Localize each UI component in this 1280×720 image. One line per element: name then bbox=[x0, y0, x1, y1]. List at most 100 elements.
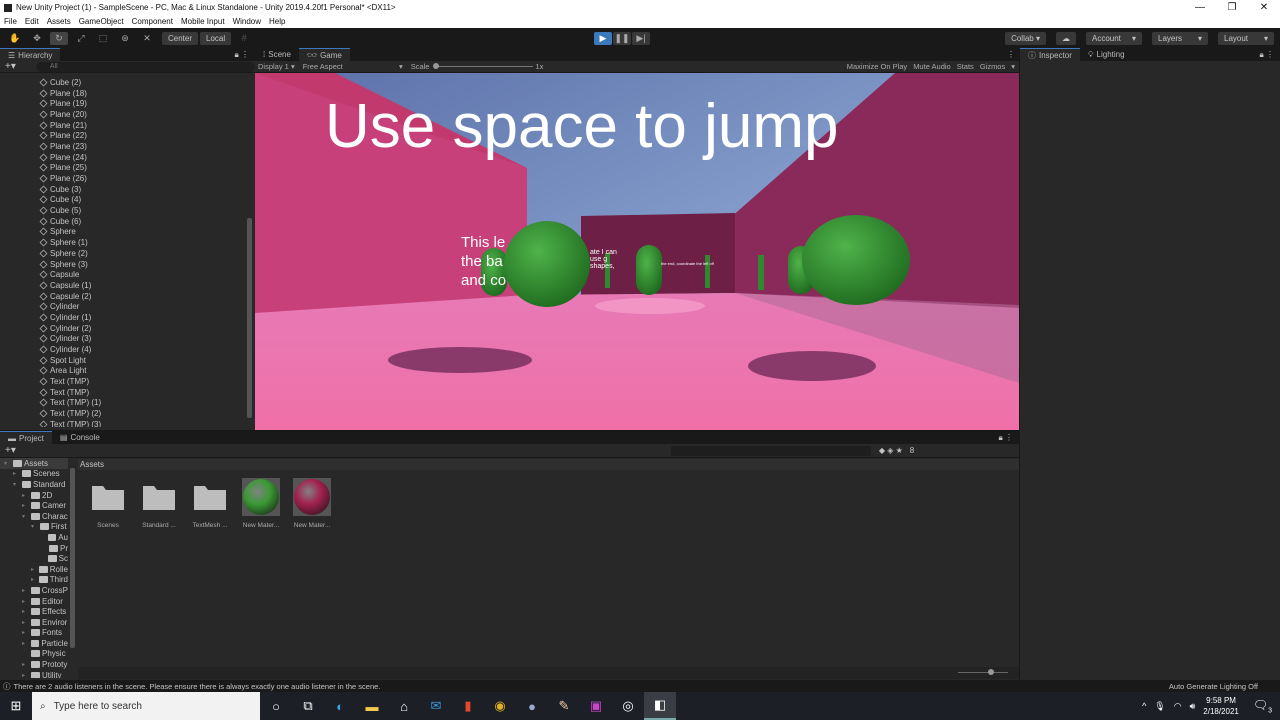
project-search-input[interactable] bbox=[670, 445, 871, 456]
store-icon[interactable]: ⌂ bbox=[388, 692, 420, 720]
hierarchy-item[interactable]: Cylinder (4) bbox=[0, 344, 245, 355]
expand-arrow-icon[interactable] bbox=[40, 556, 46, 562]
expand-arrow-icon[interactable] bbox=[40, 534, 46, 540]
expand-arrow-icon[interactable]: ▸ bbox=[31, 566, 37, 573]
menu-gameobject[interactable]: GameObject bbox=[79, 17, 124, 26]
hierarchy-item[interactable]: Cylinder (1) bbox=[0, 312, 245, 323]
wifi-icon[interactable]: ◠ bbox=[1174, 701, 1182, 712]
hierarchy-item[interactable]: Plane (20) bbox=[0, 109, 245, 120]
cortana-icon[interactable]: ○ bbox=[260, 692, 292, 720]
expand-arrow-icon[interactable]: ▸ bbox=[22, 640, 29, 647]
hierarchy-item[interactable]: Sphere (3) bbox=[0, 259, 245, 270]
hierarchy-item[interactable]: Cube (4) bbox=[0, 195, 245, 206]
show-hidden-icons[interactable]: ^ bbox=[1142, 701, 1146, 711]
close-button[interactable]: ✕ bbox=[1248, 0, 1280, 15]
tab-game[interactable]: 👓︎ Game bbox=[298, 48, 350, 61]
game-option-stats[interactable]: Stats bbox=[957, 62, 974, 71]
project-tree-item[interactable]: Au bbox=[0, 532, 68, 543]
pivot-center-button[interactable]: Center bbox=[162, 31, 199, 45]
hierarchy-item[interactable]: Plane (24) bbox=[0, 152, 245, 163]
project-tree-item[interactable]: Pr bbox=[0, 543, 68, 554]
scale-slider[interactable] bbox=[433, 63, 534, 69]
expand-arrow-icon[interactable]: ▾ bbox=[31, 523, 38, 530]
layers-dropdown[interactable]: Layers ▾ bbox=[1152, 31, 1208, 45]
clock[interactable]: 9:58 PM 2/18/2021 bbox=[1203, 695, 1239, 717]
project-tree-item[interactable]: ▾ Charac bbox=[0, 511, 68, 522]
gizmos-dropdown-icon[interactable]: ▾ bbox=[1011, 62, 1015, 71]
volume-icon[interactable]: 🔊︎ bbox=[1190, 701, 1196, 712]
expand-arrow-icon[interactable]: ▸ bbox=[13, 470, 20, 477]
tab-project[interactable]: ▬ Project bbox=[0, 431, 52, 444]
hierarchy-item[interactable]: Plane (18) bbox=[0, 88, 245, 99]
asset-item[interactable]: New Mater... bbox=[236, 478, 286, 529]
hierarchy-item[interactable]: Cube (6) bbox=[0, 216, 245, 227]
expand-arrow-icon[interactable]: ▸ bbox=[22, 608, 29, 615]
thumbnail-size-slider[interactable] bbox=[988, 669, 994, 675]
expand-arrow-icon[interactable]: ▸ bbox=[22, 629, 29, 636]
menu-help[interactable]: Help bbox=[269, 17, 285, 26]
hierarchy-scrollbar[interactable] bbox=[247, 218, 252, 418]
expand-arrow-icon[interactable]: ▸ bbox=[22, 598, 29, 605]
hierarchy-item[interactable]: Plane (21) bbox=[0, 120, 245, 131]
project-tree-item[interactable]: ▸ Utility bbox=[0, 670, 68, 678]
expand-arrow-icon[interactable]: ▾ bbox=[13, 481, 20, 488]
project-tree-item[interactable]: ▸ Scenes bbox=[0, 469, 68, 480]
hierarchy-item[interactable]: Plane (19) bbox=[0, 98, 245, 109]
project-tree-item[interactable]: ▸ Third bbox=[0, 575, 68, 586]
hierarchy-item[interactable]: Text (TMP) (1) bbox=[0, 398, 245, 409]
status-message[interactable]: There are 2 audio listeners in the scene… bbox=[14, 682, 381, 691]
filter-icons[interactable]: ◆ ◈ ★ 8 bbox=[879, 446, 914, 455]
expand-arrow-icon[interactable]: ▾ bbox=[4, 460, 11, 467]
move-tool-icon[interactable]: ✥ bbox=[28, 32, 46, 45]
hierarchy-item[interactable]: Cube (3) bbox=[0, 184, 245, 195]
menu-file[interactable]: File bbox=[4, 17, 17, 26]
tab-console[interactable]: ▤ Console bbox=[52, 431, 108, 444]
project-tree-item[interactable]: ▸ Effects bbox=[0, 606, 68, 617]
hierarchy-item[interactable]: Cylinder (2) bbox=[0, 323, 245, 334]
expand-arrow-icon[interactable]: ▾ bbox=[22, 513, 29, 520]
layout-dropdown[interactable]: Layout ▾ bbox=[1218, 31, 1274, 45]
tab-inspector[interactable]: ⓘ Inspector bbox=[1020, 48, 1080, 61]
hierarchy-item[interactable]: Sphere bbox=[0, 227, 245, 238]
game-option-gizmos[interactable]: Gizmos bbox=[980, 62, 1005, 71]
account-dropdown[interactable]: Account ▾ bbox=[1086, 31, 1142, 45]
inspector-lock-icon[interactable]: 🔒︎ ⋮ bbox=[1260, 50, 1274, 60]
steam-icon[interactable]: ● bbox=[516, 692, 548, 720]
hierarchy-item[interactable]: Capsule bbox=[0, 269, 245, 280]
project-tree-item[interactable]: ▸ 2D bbox=[0, 490, 68, 501]
menu-window[interactable]: Window bbox=[233, 17, 261, 26]
hierarchy-item[interactable]: Cylinder bbox=[0, 301, 245, 312]
expand-arrow-icon[interactable]: ▸ bbox=[22, 661, 29, 668]
hierarchy-item[interactable]: Cylinder (3) bbox=[0, 334, 245, 345]
expand-arrow-icon[interactable]: ▸ bbox=[22, 587, 29, 594]
minimize-button[interactable]: — bbox=[1184, 0, 1216, 15]
aspect-dropdown[interactable]: Free Aspect ▾ bbox=[303, 62, 403, 71]
project-tree-item[interactable]: ▸ Rolle bbox=[0, 564, 68, 575]
chrome-icon[interactable]: ◉ bbox=[484, 692, 516, 720]
menu-mobile-input[interactable]: Mobile Input bbox=[181, 17, 225, 26]
asset-item[interactable]: Scenes bbox=[83, 478, 133, 529]
hierarchy-item[interactable]: Text (TMP) (3) bbox=[0, 419, 245, 427]
play-button[interactable]: ▶ bbox=[594, 31, 612, 45]
project-tree-item[interactable]: ▾ Assets bbox=[0, 458, 68, 469]
custom-tool-icon[interactable]: ✕ bbox=[138, 32, 156, 45]
hierarchy-item[interactable]: Sphere (2) bbox=[0, 248, 245, 259]
maximize-button[interactable]: ❐ bbox=[1216, 0, 1248, 15]
project-lock-icon[interactable]: 🔒︎ ⋮ bbox=[999, 433, 1013, 443]
hierarchy-item[interactable]: Area Light bbox=[0, 366, 245, 377]
task-view-icon[interactable]: ⧉ bbox=[292, 692, 324, 720]
expand-arrow-icon[interactable]: ▸ bbox=[22, 619, 29, 626]
hierarchy-item[interactable]: Cube (2) bbox=[0, 77, 245, 88]
expand-arrow-icon[interactable]: ▸ bbox=[31, 576, 37, 583]
asset-item[interactable]: New Mater... bbox=[287, 478, 337, 529]
grid-snap-icon[interactable]: # bbox=[235, 32, 253, 45]
game-option-maximize-on-play[interactable]: Maximize On Play bbox=[847, 62, 907, 71]
asset-item[interactable]: Standard ... bbox=[134, 478, 184, 529]
display-dropdown[interactable]: Display 1 ▾ bbox=[258, 62, 295, 71]
microphone-icon[interactable]: 🎙︎ bbox=[1154, 701, 1165, 712]
project-tree-item[interactable]: ▸ Particle bbox=[0, 638, 68, 649]
pause-button[interactable]: ❚❚ bbox=[613, 31, 631, 45]
menu-assets[interactable]: Assets bbox=[47, 17, 71, 26]
start-button[interactable]: ⊞ bbox=[0, 692, 32, 720]
lock-icon[interactable]: 🔒︎ ⋮ bbox=[235, 50, 249, 60]
